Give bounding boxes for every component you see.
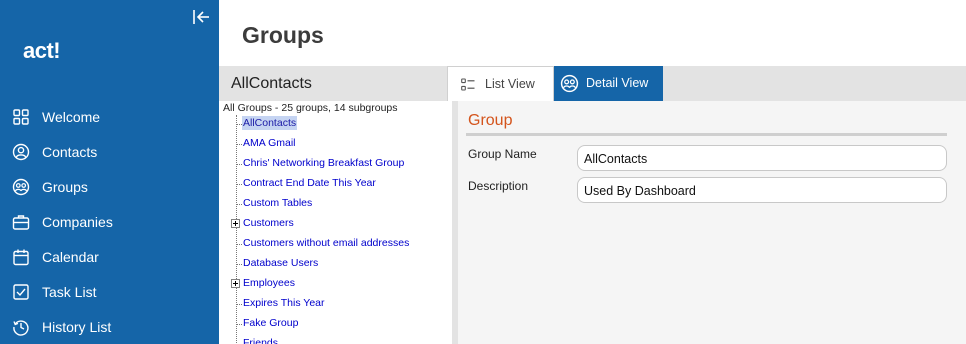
group-icon [12,178,30,196]
tree-item-link[interactable]: Fake Group [242,316,299,330]
briefcase-icon [12,215,30,230]
act-logo: act! [23,38,61,63]
sidebar-item-label: Welcome [42,109,101,125]
tree-item-link[interactable]: Customers [242,216,295,230]
tab-list-view[interactable]: List View [447,66,554,101]
tree-item: Expires This Year [219,294,452,314]
list-icon [461,78,475,91]
tree-summary: All Groups - 25 groups, 14 subgroups [223,102,398,114]
sidebar-item-task-list[interactable]: Task List [0,275,219,310]
tree-item: Fake Group [219,314,452,334]
tree-item: Customers [219,214,452,234]
tree-item-link[interactable]: AMA Gmail [242,136,297,150]
section-divider [466,133,947,136]
sidebar-item-welcome[interactable]: Welcome [0,100,219,135]
tree-item: Customers without email addresses [219,234,452,254]
history-icon [13,320,29,336]
page-title: Groups [242,22,324,48]
tree-item-link[interactable]: Customers without email addresses [242,236,410,250]
checkbox-icon [13,284,29,300]
tab-detail-view[interactable]: Detail View [554,66,663,101]
tree-item-link[interactable]: Friends [242,336,279,344]
sidebar-item-label: Calendar [42,249,99,265]
tree-item-link[interactable]: Expires This Year [242,296,326,310]
group-name-field[interactable]: AllContacts [577,145,947,171]
grid-icon [13,109,29,125]
person-icon [12,143,30,161]
tree-item: AMA Gmail [219,134,452,154]
tab-label: Detail View [586,76,649,90]
tree-item-link[interactable]: AllContacts [242,116,298,130]
tree-item-link[interactable]: Employees [242,276,296,290]
sidebar-item-contacts[interactable]: Contacts [0,135,219,170]
collapse-left-icon [193,10,209,24]
tree-item-link[interactable]: Contract End Date This Year [242,176,377,190]
sidebar-item-companies[interactable]: Companies [0,205,219,240]
sidebar-item-history-list[interactable]: History List [0,310,219,344]
sidebar-item-label: Contacts [42,144,98,160]
tree-item: Chris' Networking Breakfast Group [219,154,452,174]
tree-item-link[interactable]: Database Users [242,256,319,270]
sidebar-item-label: Groups [42,179,88,195]
tree-item: AllContacts [219,114,452,134]
collapse-sidebar-button[interactable] [190,6,212,28]
group-icon [560,74,579,93]
expand-plus-icon[interactable] [231,219,240,228]
sidebar-nav: Welcome Contacts Groups Companies Calend… [0,100,219,344]
tree-item-link[interactable]: Custom Tables [242,196,313,210]
tree-item: Employees [219,274,452,294]
description-label: Description [468,179,529,193]
sidebar-item-label: Task List [42,284,97,300]
tree-item-link[interactable]: Chris' Networking Breakfast Group [242,156,405,170]
calendar-icon [13,249,29,266]
tab-label: List View [485,77,535,91]
sidebar: act! Welcome Contacts Groups Companies C… [0,0,219,344]
tree-item: Database Users [219,254,452,274]
sidebar-item-label: Companies [42,214,113,230]
main-content: Groups AllContacts List View Detail View [219,0,966,344]
tree-item: Custom Tables [219,194,452,214]
description-field[interactable]: Used By Dashboard [577,177,947,203]
tree-item: Contract End Date This Year [219,174,452,194]
expand-plus-icon[interactable] [231,279,240,288]
selected-group-title: AllContacts [231,75,312,92]
tree-item: Friends [219,334,452,344]
sidebar-item-calendar[interactable]: Calendar [0,240,219,275]
sidebar-item-groups[interactable]: Groups [0,170,219,205]
group-detail-panel: Group Group Name AllContacts Description… [458,101,966,344]
app-root: act! Welcome Contacts Groups Companies C… [0,0,966,344]
group-tree: All Groups - 25 groups, 14 subgroups All… [219,101,452,344]
section-title: Group [468,112,513,129]
group-name-label: Group Name [468,147,537,161]
sidebar-item-label: History List [42,319,112,335]
